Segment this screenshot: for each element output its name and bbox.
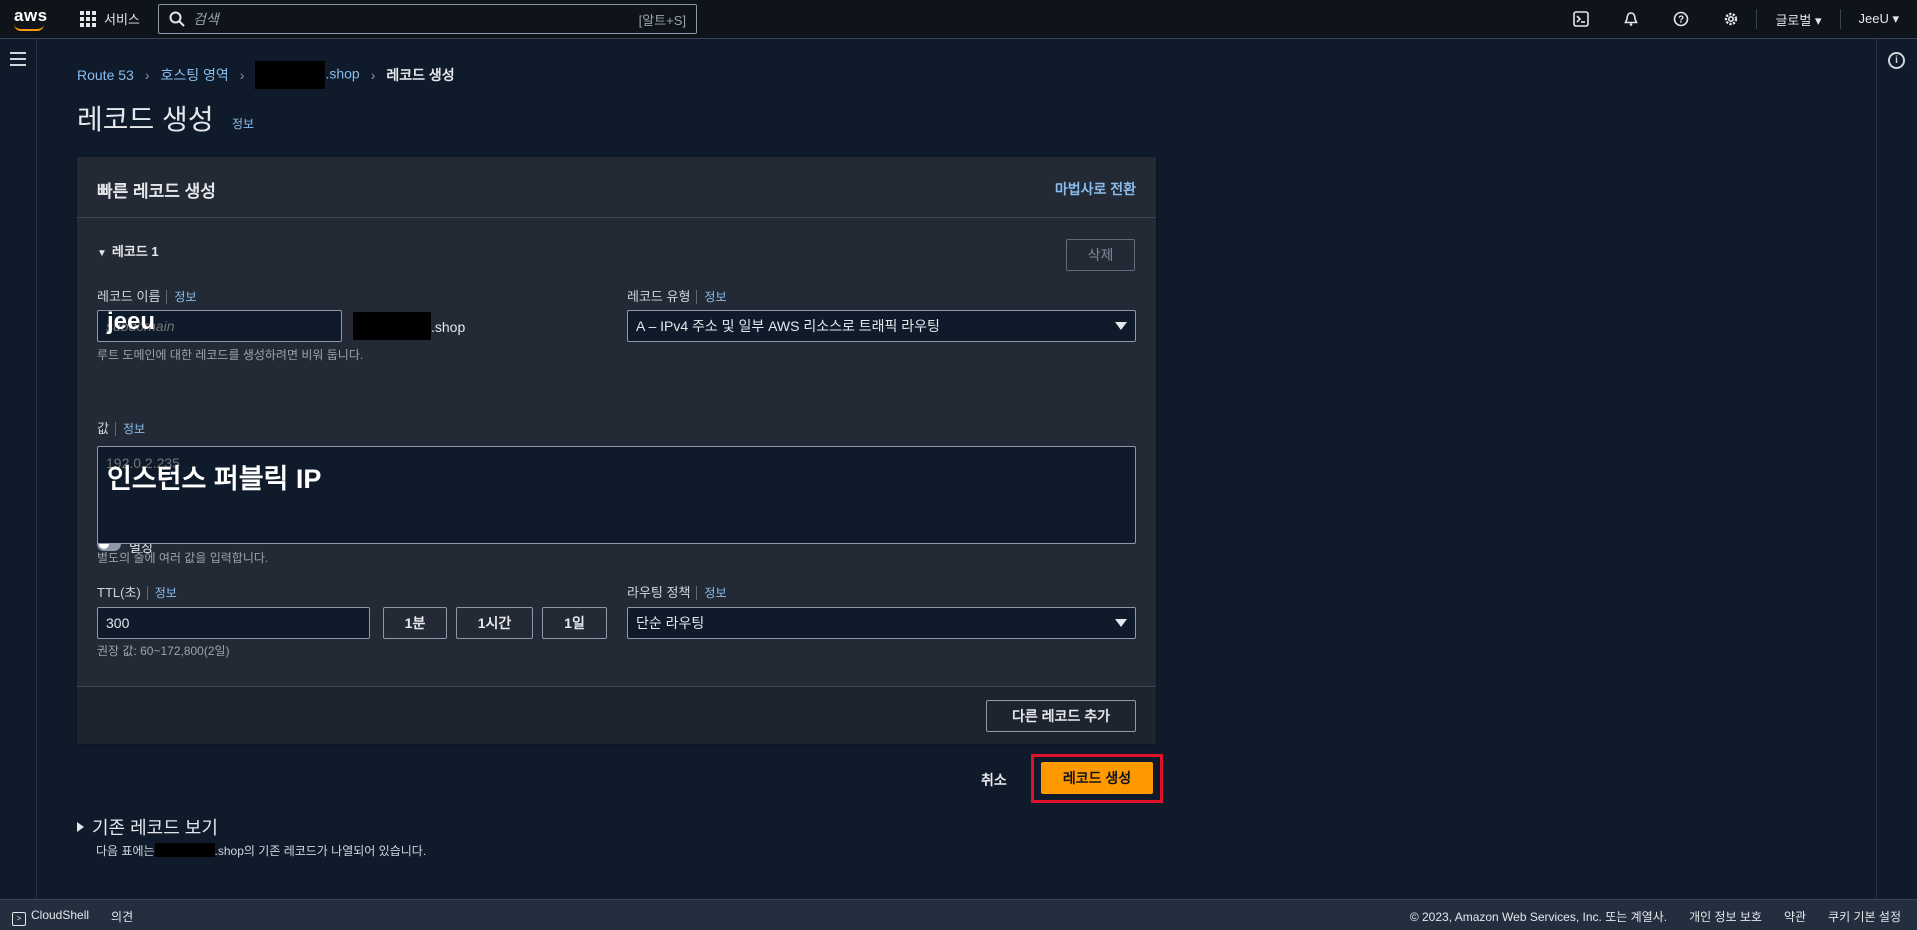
routing-policy-label: 라우팅 정책 정보 <box>627 582 727 601</box>
panel-header: 빠른 레코드 생성 마법사로 전환 <box>77 157 1156 218</box>
search-icon <box>169 11 185 27</box>
existing-desc-prefix: 다음 표에는 <box>96 844 155 858</box>
breadcrumb-hosted-zones[interactable]: 호스팅 영역 <box>161 65 229 85</box>
add-another-record-button[interactable]: 다른 레코드 추가 <box>986 700 1136 732</box>
aws-logo-text: aws <box>14 6 48 26</box>
page-title: 레코드 생성 <box>77 98 214 138</box>
ttl-1hour-button[interactable]: 1시간 <box>456 607 533 639</box>
menu-icon[interactable] <box>10 52 26 70</box>
right-rail: i <box>1876 39 1917 899</box>
breadcrumb-zone[interactable]: .shop <box>255 61 359 89</box>
ttl-1day-button[interactable]: 1일 <box>542 607 607 639</box>
region-menu[interactable]: 글로벌 ▾ <box>1757 10 1839 29</box>
value-hint: 별도의 줄에 여러 값을 입력합니다. <box>97 549 268 566</box>
record-type-value: A – IPv4 주소 및 일부 AWS 리소스로 트래픽 라우팅 <box>636 316 940 336</box>
svg-text:?: ? <box>1678 15 1684 26</box>
routing-policy-label-text: 라우팅 정책 <box>627 585 690 600</box>
panel-heading: 빠른 레코드 생성 <box>97 177 216 202</box>
chevron-right-icon: › <box>240 67 245 83</box>
existing-records-description: 다음 표에는 .shop의 기존 레코드가 나열되어 있습니다. <box>96 842 426 859</box>
panel-footer: 다른 레코드 추가 <box>77 686 1156 744</box>
grid-icon <box>80 11 96 27</box>
search-bar[interactable]: [알트+S] <box>158 4 697 34</box>
services-label: 서비스 <box>104 9 140 28</box>
ttl-label: TTL(초) 정보 <box>97 582 177 601</box>
routing-policy-info-link[interactable]: 정보 <box>696 586 726 600</box>
routing-policy-value: 단순 라우팅 <box>636 613 704 633</box>
privacy-link[interactable]: 개인 정보 보호 <box>1689 908 1762 925</box>
user-menu[interactable]: JeeU ▾ <box>1841 11 1917 27</box>
ttl-input[interactable] <box>97 607 370 639</box>
cancel-button[interactable]: 취소 <box>981 770 1007 790</box>
routing-policy-select[interactable]: 단순 라우팅 <box>627 607 1136 639</box>
feedback-link[interactable]: 의견 <box>111 908 133 926</box>
record-name-label: 레코드 이름 정보 <box>97 286 197 305</box>
record-1-label: 레코드 1 <box>112 244 159 259</box>
quick-create-panel: 빠른 레코드 생성 마법사로 전환 ▼레코드 1 삭제 레코드 이름정보 jee… <box>77 157 1156 743</box>
redaction-bar <box>155 843 215 857</box>
create-records-button[interactable]: 레코드 생성 <box>1041 762 1153 794</box>
caret-down-icon <box>1115 619 1127 627</box>
existing-desc-suffix: .shop의 기존 레코드가 나열되어 있습니다. <box>215 844 427 858</box>
aws-smile-icon <box>14 24 44 31</box>
breadcrumb: Route 53 › 호스팅 영역 › .shop › 레코드 생성 <box>77 61 455 89</box>
view-existing-records-toggle[interactable]: 기존 레코드 보기 <box>77 814 218 840</box>
delete-button[interactable]: 삭제 <box>1066 239 1135 271</box>
breadcrumb-current: 레코드 생성 <box>386 65 454 85</box>
chevron-right-icon: › <box>145 67 150 83</box>
top-icons: ? 글로벌 ▾ JeeU ▾ <box>1556 0 1917 38</box>
value-label: 값 정보 <box>97 418 145 437</box>
record-name-info-link[interactable]: 정보 <box>166 290 196 304</box>
cloudshell-link[interactable]: > CloudShell <box>12 908 89 926</box>
switch-to-wizard-link[interactable]: 마법사로 전환 <box>1055 179 1136 199</box>
caret-down-icon: ▼ <box>97 248 107 259</box>
copyright: © 2023, Amazon Web Services, Inc. 또는 계열사… <box>1410 908 1667 925</box>
terms-link[interactable]: 약관 <box>1784 908 1806 925</box>
services-menu[interactable]: 서비스 <box>80 9 140 28</box>
left-rail <box>0 39 37 899</box>
value-label-text: 값 <box>97 421 109 436</box>
ttl-hint: 권장 값: 60~172,800(2일) <box>97 642 230 659</box>
caret-right-icon <box>77 822 84 832</box>
value-overlay-text: 인스턴스 퍼블릭 IP <box>107 457 321 496</box>
redaction-bar <box>255 61 325 89</box>
highlight-box: 레코드 생성 <box>1031 754 1163 803</box>
search-input[interactable] <box>185 10 639 28</box>
footer: > CloudShell 의견 © 2023, Amazon Web Servic… <box>0 899 1917 930</box>
bell-icon[interactable] <box>1606 11 1656 27</box>
cloudshell-icon[interactable] <box>1556 11 1606 27</box>
record-1-toggle[interactable]: ▼ 레코드 1 <box>97 241 159 260</box>
info-panel-icon[interactable]: i <box>1888 52 1905 69</box>
ttl-1min-button[interactable]: 1분 <box>383 607 447 639</box>
record-type-label: 레코드 유형 정보 <box>627 286 727 305</box>
cookie-preferences-link[interactable]: 쿠키 기본 설정 <box>1828 908 1901 925</box>
gear-icon[interactable] <box>1706 11 1756 27</box>
redaction-bar <box>353 312 431 340</box>
page-info-link[interactable]: 정보 <box>232 115 254 132</box>
top-navigation: aws 서비스 [알트+S] ? 글로벌 ▾ JeeU ▾ <box>0 0 1917 39</box>
breadcrumb-zone-label[interactable]: .shop <box>325 66 359 82</box>
cloudshell-label: CloudShell <box>31 908 89 922</box>
record-name-overlay-text: jeeu <box>107 308 155 336</box>
caret-down-icon <box>1115 322 1127 330</box>
record-type-label-text: 레코드 유형 <box>627 289 690 304</box>
record-name-hint: 루트 도메인에 대한 레코드를 생성하려면 비워 둡니다. <box>97 346 363 363</box>
record-name-label-text: 레코드 이름 <box>97 289 160 304</box>
domain-suffix: .shop <box>431 319 465 335</box>
ttl-label-text: TTL(초) <box>97 585 141 600</box>
existing-records-title: 기존 레코드 보기 <box>92 814 218 840</box>
cloudshell-icon: > <box>12 912 26 926</box>
record-type-info-link[interactable]: 정보 <box>696 290 726 304</box>
chevron-right-icon: › <box>371 67 376 83</box>
breadcrumb-route53[interactable]: Route 53 <box>77 67 134 83</box>
search-shortcut: [알트+S] <box>639 10 686 29</box>
record-type-select[interactable]: A – IPv4 주소 및 일부 AWS 리소스로 트래픽 라우팅 <box>627 310 1136 342</box>
help-icon[interactable]: ? <box>1656 11 1706 27</box>
ttl-info-link[interactable]: 정보 <box>147 586 177 600</box>
value-info-link[interactable]: 정보 <box>115 422 145 436</box>
